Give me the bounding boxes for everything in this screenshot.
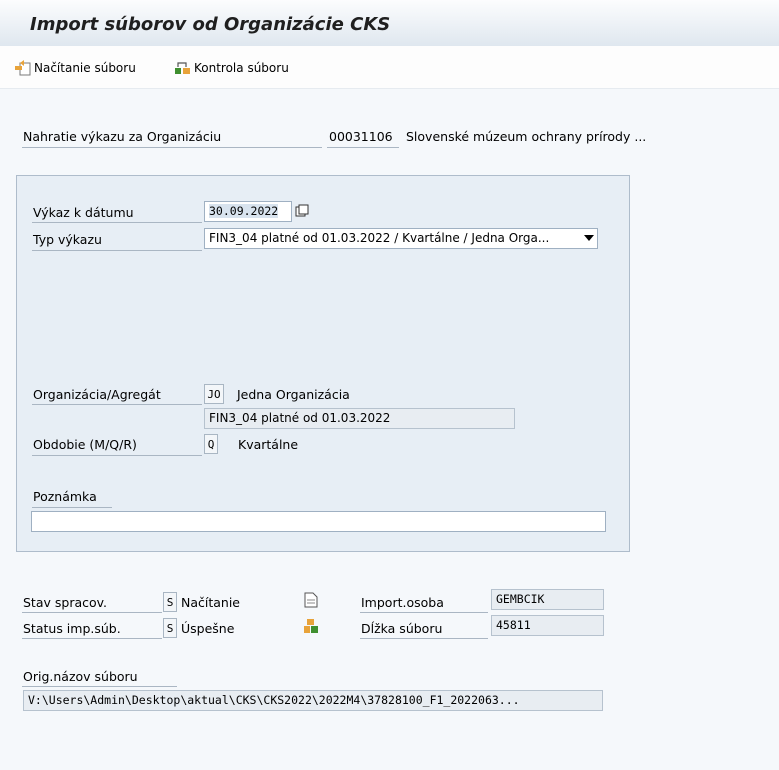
check-file-label: Kontrola súboru (194, 61, 289, 75)
check-file-icon (175, 62, 190, 74)
proc-status-label: Stav spracov. (23, 595, 108, 610)
type-label-underline (32, 250, 202, 251)
load-file-icon (15, 60, 31, 76)
import-person-value: GEMBCIK (491, 589, 604, 610)
title-bar: Import súborov od Organizácie CKS (0, 0, 779, 47)
org-agg-label: Organizácia/Agregát (33, 387, 161, 402)
type-label: Typ výkazu (33, 232, 102, 247)
import-person-label: Import.osoba (361, 595, 444, 610)
page-title: Import súborov od Organizácie CKS (30, 14, 391, 35)
check-file-button[interactable]: Kontrola súboru (174, 60, 289, 76)
import-person-underline (360, 612, 488, 613)
org-id: 00031106 (329, 129, 393, 144)
period-label-underline (32, 455, 202, 456)
imp-status-code: S (163, 618, 177, 638)
calendar-help-icon[interactable] (295, 204, 309, 218)
imp-status-underline (22, 638, 162, 639)
date-label: Výkaz k dátumu (33, 205, 134, 220)
document-icon (304, 592, 318, 608)
imp-status-label: Status imp.súb. (23, 621, 121, 636)
file-size-underline (360, 638, 488, 639)
date-value: 30.09.2022 (209, 204, 279, 218)
org-agg-code: JO (204, 384, 224, 404)
date-input[interactable]: 30.09.2022 (204, 201, 292, 222)
application-toolbar: Načítanie súboru Kontrola súboru (0, 46, 779, 89)
note-label: Poznámka (33, 489, 97, 504)
form-description: FIN3_04 platné od 01.03.2022 (204, 408, 515, 429)
load-file-button[interactable]: Načítanie súboru (14, 60, 136, 76)
org-agg-label-underline (32, 404, 202, 405)
orig-file-underline (22, 686, 177, 687)
type-value: FIN3_04 platné od 01.03.2022 / Kvartálne… (209, 231, 550, 245)
load-file-label: Načítanie súboru (34, 61, 136, 75)
note-input[interactable] (31, 511, 606, 532)
status-objects-icon (304, 619, 318, 633)
proc-status-text: Načítanie (181, 595, 241, 610)
note-label-underline (32, 507, 112, 508)
date-label-underline (32, 222, 202, 223)
period-text: Kvartálne (238, 437, 299, 452)
file-size-value: 45811 (491, 615, 604, 636)
org-label: Nahratie výkazu za Organizáciu (23, 129, 222, 144)
dropdown-arrow-icon[interactable] (584, 235, 594, 242)
proc-status-code: S (163, 592, 177, 612)
org-name: Slovenské múzeum ochrany prírody ... (406, 129, 647, 144)
type-select[interactable]: FIN3_04 platné od 01.03.2022 / Kvartálne… (204, 228, 598, 249)
orig-file-label: Orig.názov súboru (23, 669, 138, 684)
period-label: Obdobie (M/Q/R) (33, 437, 137, 452)
report-panel: Výkaz k dátumu 30.09.2022 Typ výkazu FIN… (16, 175, 630, 552)
org-id-underline (327, 147, 399, 148)
org-agg-text: Jedna Organizácia (237, 387, 350, 402)
orig-file-value: V:\Users\Admin\Desktop\aktual\CKS\CKS202… (23, 690, 603, 711)
org-label-underline (22, 147, 322, 148)
file-size-label: Dĺžka súboru (361, 621, 443, 636)
proc-status-underline (22, 612, 162, 613)
period-code: Q (204, 434, 218, 454)
imp-status-text: Úspešne (181, 621, 235, 636)
